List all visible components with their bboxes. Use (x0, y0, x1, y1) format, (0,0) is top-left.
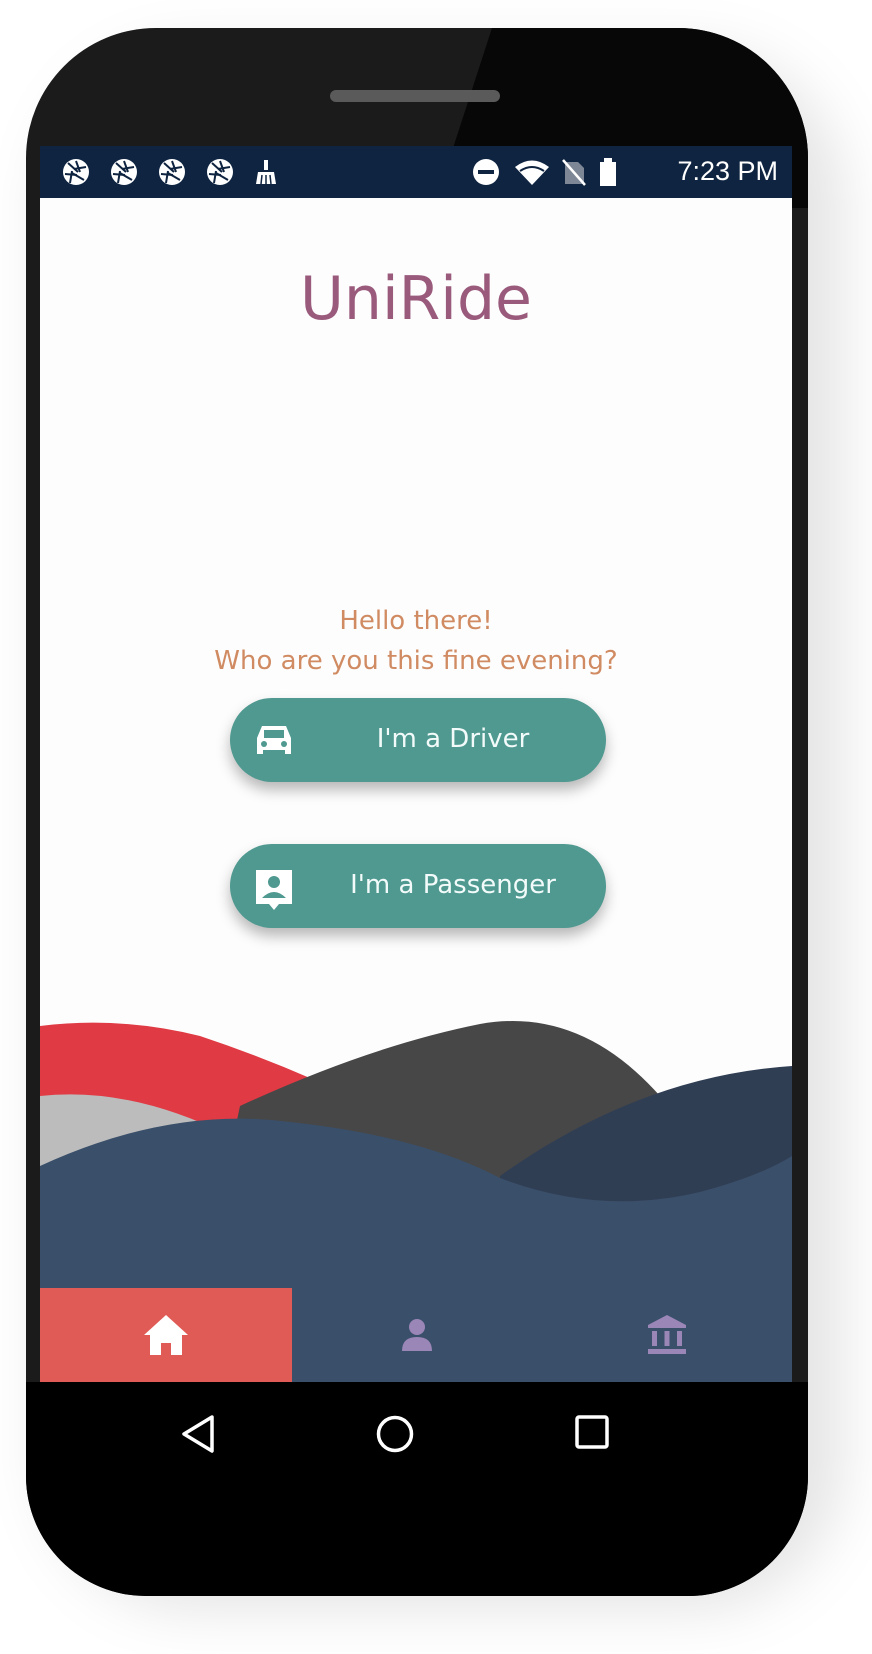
tab-home[interactable] (40, 1288, 292, 1382)
recents-icon[interactable] (574, 1414, 610, 1450)
status-time: 7:23 PM (677, 156, 778, 186)
home-circle-icon[interactable] (375, 1414, 415, 1454)
do-not-disturb-icon (473, 159, 499, 185)
tab-bank[interactable] (542, 1288, 792, 1382)
aperture-icon (111, 159, 137, 185)
hills-illustration (40, 1021, 792, 1296)
battery-icon (600, 158, 616, 186)
status-bar: 7:23 PM (40, 146, 792, 198)
driver-button[interactable]: I'm a Driver (230, 698, 606, 782)
back-icon[interactable] (180, 1414, 216, 1454)
aperture-icon (63, 159, 89, 185)
phone-frame: 7:23 PM UniRide Hello there! Who are you… (26, 28, 808, 1596)
app-title: UniRide (300, 264, 532, 334)
speaker-grille (330, 90, 500, 102)
greeting-line-1: Hello there! (339, 606, 493, 636)
passenger-button-label: I'm a Passenger (350, 870, 556, 900)
system-nav-bar (26, 1382, 808, 1502)
no-sim-icon (562, 159, 586, 186)
wifi-icon (515, 160, 549, 185)
aperture-icon (159, 159, 185, 185)
person-icon (402, 1319, 432, 1351)
home-icon (144, 1315, 188, 1355)
tab-profile[interactable] (292, 1288, 542, 1382)
contact-icon (256, 870, 292, 910)
bottom-tab-bar (40, 1288, 792, 1382)
passenger-button[interactable]: I'm a Passenger (230, 844, 606, 928)
aperture-icon (207, 159, 233, 185)
driver-button-label: I'm a Driver (376, 724, 530, 754)
greeting-line-2: Who are you this fine evening? (214, 646, 618, 676)
car-icon (257, 726, 291, 754)
bank-icon (648, 1315, 686, 1354)
app-screen: 7:23 PM UniRide Hello there! Who are you… (40, 146, 792, 1382)
broom-icon (256, 160, 276, 185)
